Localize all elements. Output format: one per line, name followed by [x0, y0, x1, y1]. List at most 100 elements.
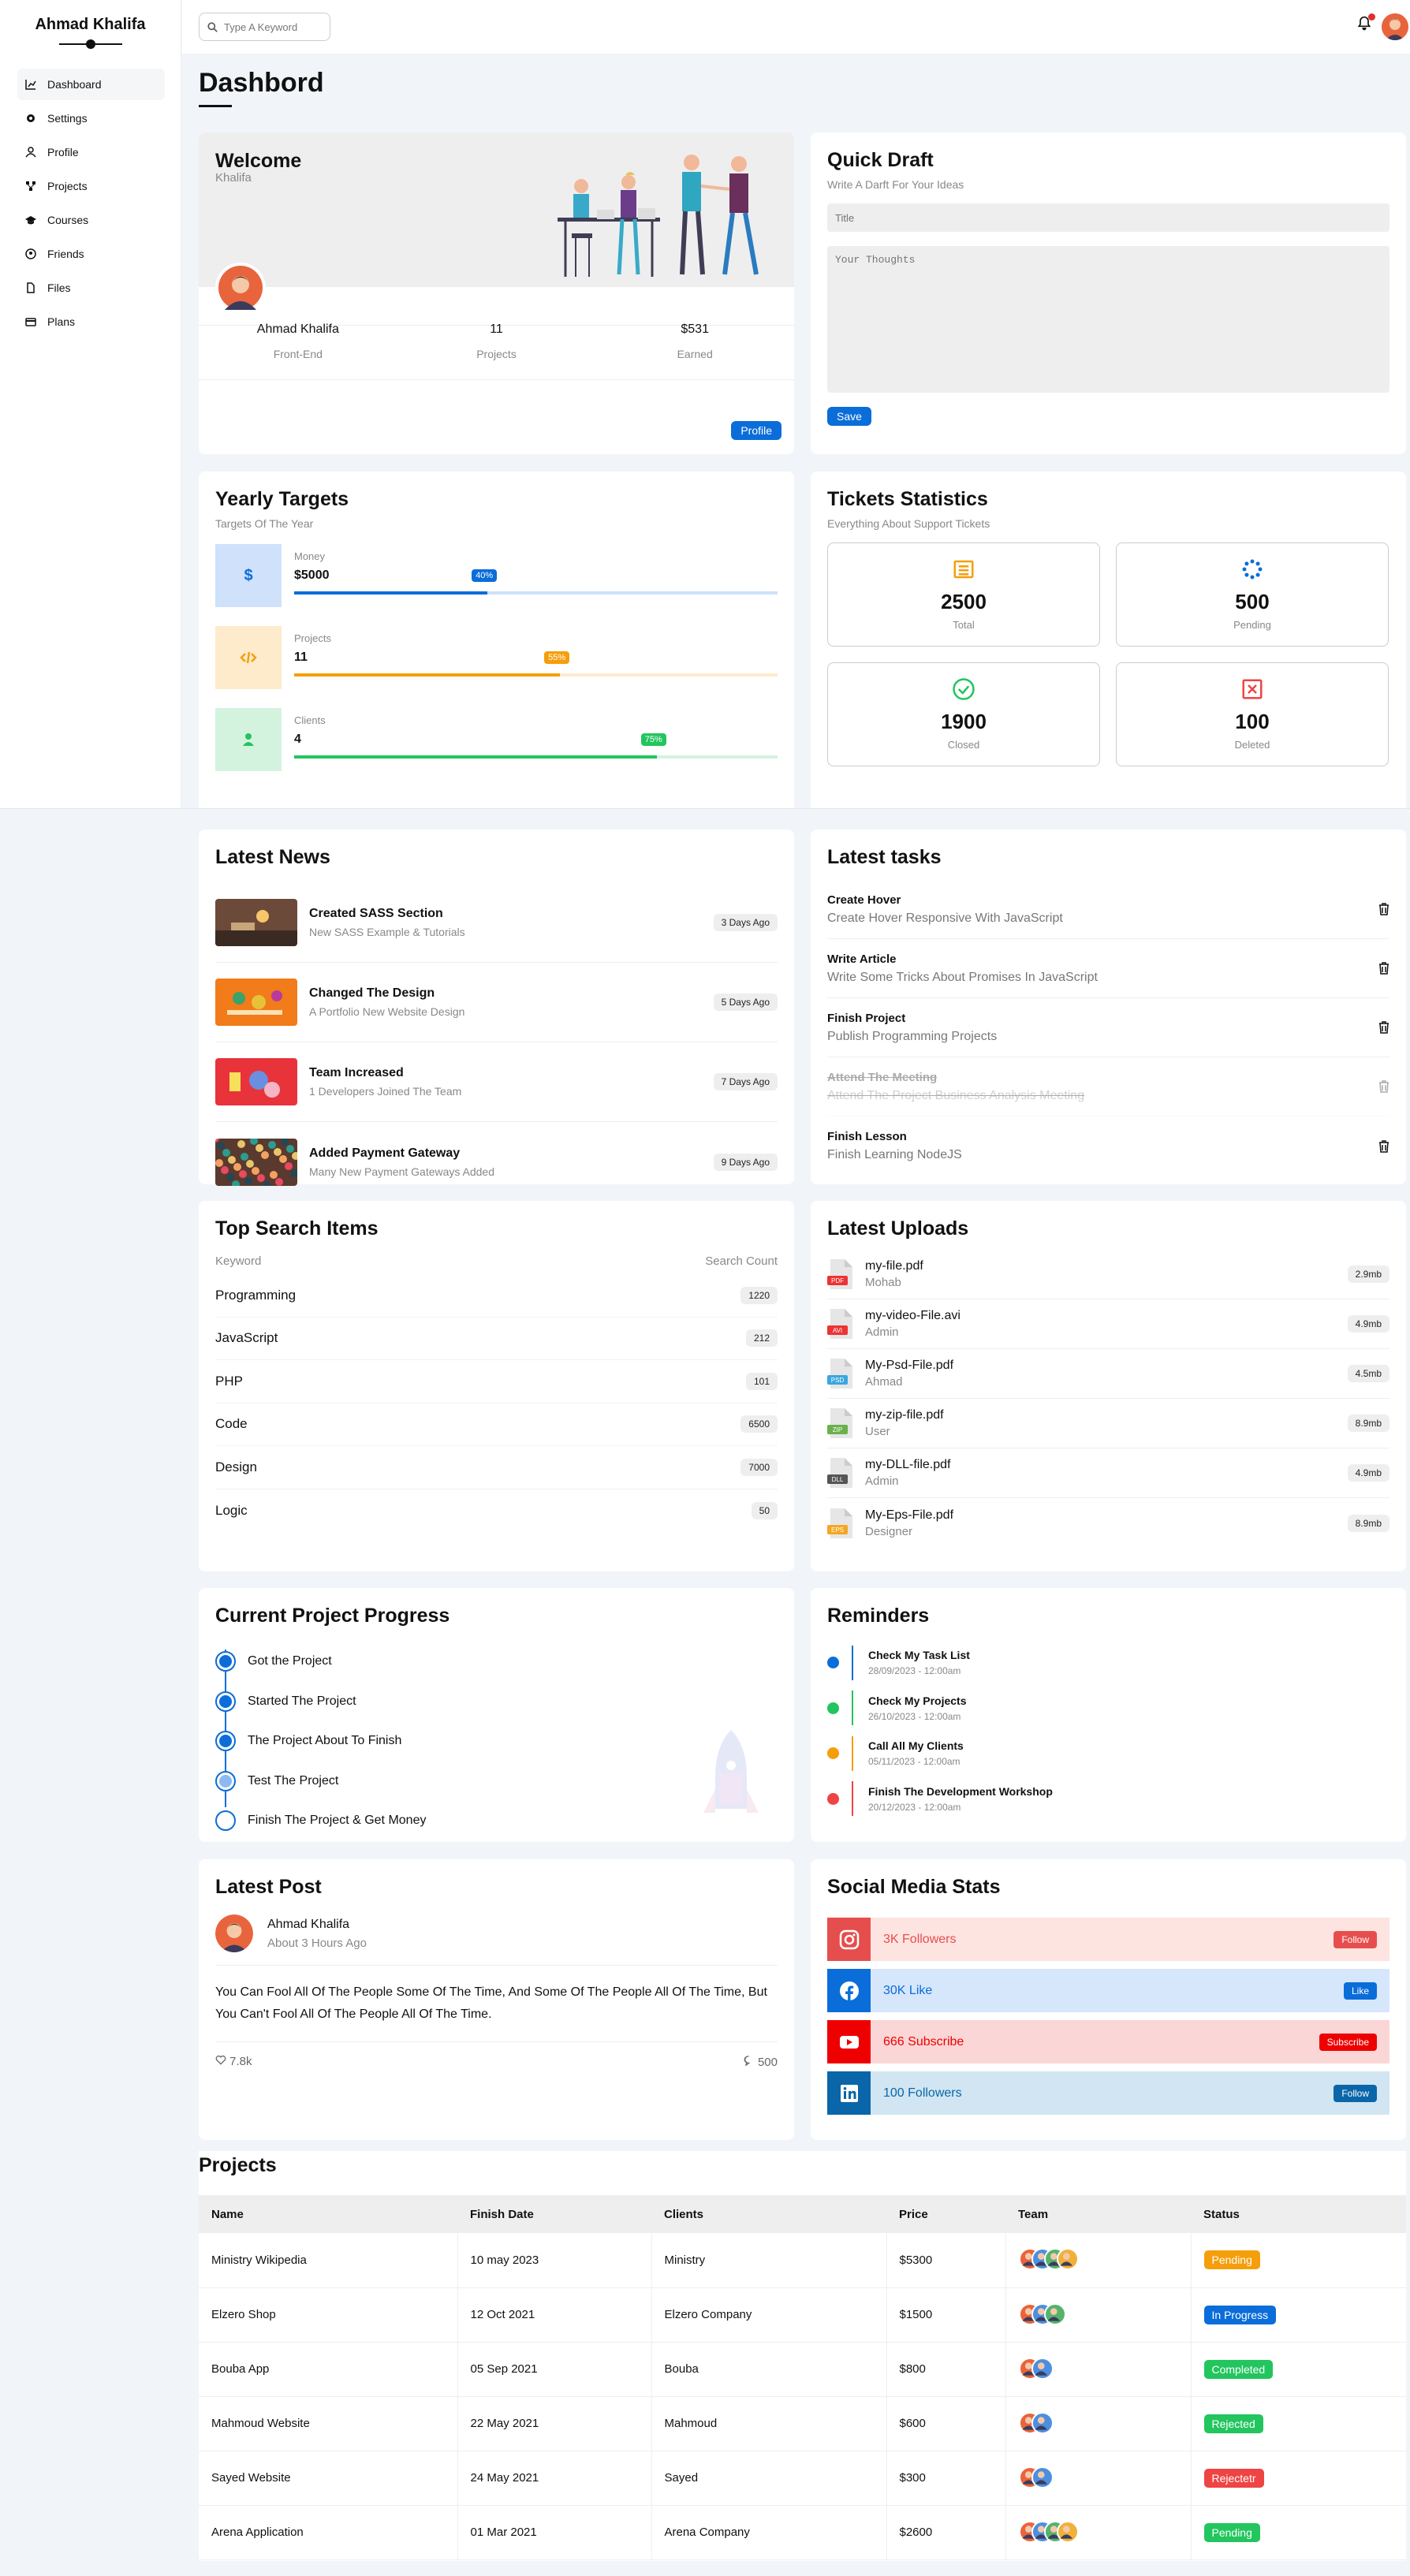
social-stat: 30K Like — [883, 1983, 933, 1997]
news-item[interactable]: Added Payment Gateway Many New Payment Ga… — [215, 1122, 778, 1202]
trash-icon[interactable] — [1378, 1021, 1389, 1034]
notification-bell-icon[interactable] — [1356, 13, 1375, 35]
search-keyword: Code — [215, 1416, 248, 1432]
progress-title: Current Project Progress — [215, 1605, 450, 1627]
trash-icon[interactable] — [1378, 962, 1389, 975]
welcome-stats: Ahmad Khalifa Front-End 11 Projects $531 Earn… — [199, 322, 794, 380]
upload-item[interactable]: EPS My-Eps-File.pdf Designer 8.9mb — [827, 1498, 1389, 1548]
top-search-card: Top Search Items Keyword Search Count Pr… — [199, 1201, 794, 1571]
search-keyword: Logic — [215, 1502, 248, 1518]
circle-user-icon — [25, 248, 36, 259]
task-desc: Write Some Tricks About Promises In Java… — [827, 970, 1098, 984]
sidebar-item-profile[interactable]: Profile — [17, 136, 165, 168]
project-name: Mahmoud Website — [199, 2396, 458, 2451]
save-button[interactable]: Save — [827, 407, 871, 426]
progress-step-label: Started The Project — [248, 1694, 356, 1708]
draft-body-textarea[interactable] — [827, 246, 1389, 393]
sidebar-item-settings[interactable]: Settings — [17, 103, 165, 134]
table-row[interactable]: Ministry Wikipedia 10 may 2023 Ministry … — [199, 2233, 1406, 2287]
sidebar-item-plans[interactable]: Plans — [17, 306, 165, 337]
yearly-targets-card: Yearly Targets Targets Of The Year $ Mon… — [199, 472, 794, 808]
news-desc: Many New Payment Gateways Added — [309, 1165, 495, 1178]
credit-card-icon — [25, 318, 36, 326]
comments-count: 500 — [757, 2056, 778, 2069]
project-progress-card: Current Project Progress Got the Project… — [199, 1588, 794, 1842]
sidebar-item-projects[interactable]: Projects — [17, 170, 165, 202]
upload-item[interactable]: DLL my-DLL-file.pdf Admin 4.9mb — [827, 1448, 1389, 1498]
table-row[interactable]: Bouba App 05 Sep 2021 Bouba $800 Complet… — [199, 2342, 1406, 2396]
stat-value: Ahmad Khalifa — [256, 322, 339, 336]
social-follow-button[interactable]: Follow — [1334, 2084, 1377, 2102]
projects-title: Projects — [199, 2154, 277, 2176]
reminder-title: Call All My Clients — [868, 1739, 964, 1753]
welcome-card: Welcome Khalifa Ahmad Khalifa Front-End 11… — [199, 132, 794, 454]
news-item[interactable]: Team Increased 1 Developers Joined The Te… — [215, 1042, 778, 1122]
news-image — [215, 899, 297, 946]
tickets-title: Tickets Statistics — [827, 488, 988, 510]
rocket-icon — [703, 1730, 759, 1813]
upload-item[interactable]: PDF my-file.pdf Mohab 2.9mb — [827, 1250, 1389, 1299]
table-row[interactable]: Mahmoud Website 22 May 2021 Mahmoud $600… — [199, 2396, 1406, 2451]
progress-step-label: Finish The Project & Get Money — [248, 1814, 427, 1828]
ticket-stat: 100 Deleted — [1116, 662, 1389, 766]
youtube-icon — [839, 2035, 859, 2048]
social-follow-button[interactable]: Follow — [1334, 1930, 1377, 1948]
latest-news-card: Latest News Created SASS Section New SASS… — [199, 829, 794, 1186]
sidebar-item-courses[interactable]: Courses — [17, 204, 165, 236]
avatar[interactable] — [1382, 13, 1408, 40]
ticket-label: Deleted — [1234, 739, 1270, 751]
social-subscribe-button[interactable]: Subscribe — [1319, 2033, 1377, 2051]
news-item[interactable]: Changed The Design A Portfolio New Websit… — [215, 963, 778, 1042]
progress-step: Finish The Project & Get Money — [215, 1801, 778, 1841]
post-text: You Can Fool All Of The People Some Of T… — [215, 1981, 778, 2042]
draft-title-input[interactable] — [827, 203, 1389, 232]
search-input[interactable]: Type A Keyword — [199, 13, 330, 41]
project-client: Ministry — [651, 2233, 887, 2287]
target-progress-fill — [294, 591, 488, 595]
social-row: 100 Followers Follow — [827, 2071, 1389, 2115]
news-item[interactable]: Created SASS Section New SASS Example & T… — [215, 883, 778, 963]
upload-user: Ahmad — [865, 1375, 903, 1389]
comments[interactable]: 500 — [743, 2055, 778, 2069]
reminder-item: Call All My Clients 05/11/2023 - 12:00am — [827, 1731, 1389, 1776]
project-name: Elzero Shop — [199, 2287, 458, 2342]
upload-item[interactable]: ZIP my-zip-file.pdf User 8.9mb — [827, 1399, 1389, 1448]
search-count: 101 — [745, 1372, 778, 1390]
welcome-name: Khalifa — [215, 171, 252, 185]
search-items-title: Top Search Items — [215, 1217, 379, 1240]
news-title: Latest News — [215, 846, 330, 868]
trash-icon[interactable] — [1378, 903, 1389, 915]
progress-step: Started The Project — [215, 1682, 778, 1722]
upload-item[interactable]: PSD My-Psd-File.pdf Ahmad 4.5mb — [827, 1349, 1389, 1399]
profile-button[interactable]: Profile — [731, 421, 781, 440]
task-item: Finish Lesson Finish Learning NodeJS — [827, 1117, 1389, 1176]
social-like-button[interactable]: Like — [1343, 1981, 1377, 2000]
quick-draft-title: Quick Draft — [827, 149, 934, 171]
gear-icon — [27, 114, 35, 122]
stat-label: Earned — [677, 348, 713, 360]
task-item: Attend The Meeting Attend The Project Bus… — [827, 1057, 1389, 1117]
team-avatar — [1056, 2520, 1079, 2543]
sidebar-item-friends[interactable]: Friends — [17, 238, 165, 270]
ticket-value: 1900 — [941, 710, 987, 733]
trash-icon[interactable] — [1378, 1080, 1389, 1093]
welcome-stat: 11 Projects — [397, 322, 596, 379]
table-row[interactable]: Elzero Shop 12 Oct 2021 Elzero Company $… — [199, 2287, 1406, 2342]
status-badge: Rejected — [1203, 2414, 1263, 2433]
task-desc: Create Hover Responsive With JavaScript — [827, 911, 1063, 925]
table-row[interactable]: Arena Application 01 Mar 2021 Arena Comp… — [199, 2505, 1406, 2559]
sidebar-nav: Dashboard Settings Profile Projects Courses F… — [0, 69, 181, 337]
diagram-icon — [26, 181, 35, 191]
upload-user: Admin — [865, 1474, 899, 1488]
upload-user: User — [865, 1425, 890, 1438]
tickets-subtitle: Everything About Support Tickets — [827, 517, 990, 530]
sidebar-item-label: Profile — [47, 146, 79, 158]
table-row[interactable]: Sayed Website 24 May 2021 Sayed $300 Rej… — [199, 2451, 1406, 2505]
likes[interactable]: 7.8k — [215, 2055, 252, 2069]
trash-icon[interactable] — [1378, 1139, 1389, 1153]
sidebar-item-files[interactable]: Files — [17, 272, 165, 304]
project-price: $5300 — [886, 2233, 1006, 2287]
sidebar-item-dashboard[interactable]: Dashboard — [17, 69, 165, 100]
svg-text:PSD: PSD — [831, 1377, 845, 1384]
upload-item[interactable]: AVI my-video-File.avi Admin 4.9mb — [827, 1299, 1389, 1349]
